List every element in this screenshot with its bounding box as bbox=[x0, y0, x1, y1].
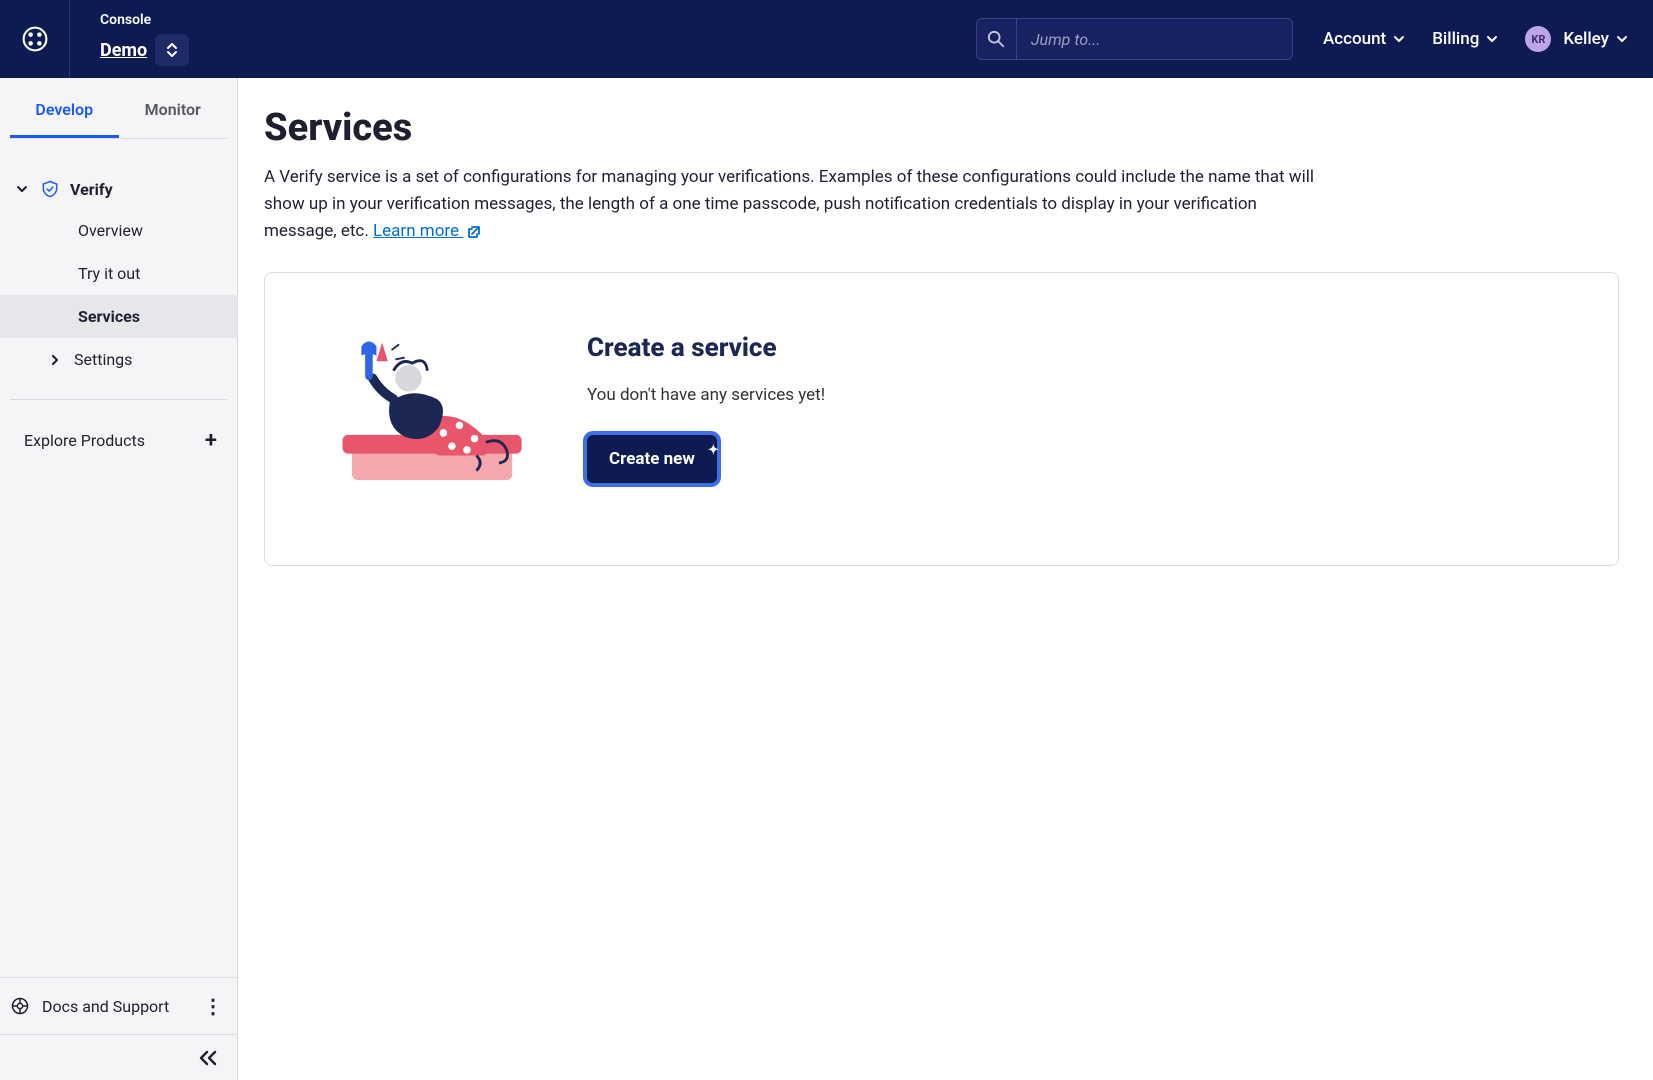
sidebar-item-try-it-out[interactable]: Try it out bbox=[0, 252, 237, 295]
search-input[interactable] bbox=[1017, 19, 1292, 59]
tab-develop[interactable]: Develop bbox=[10, 78, 119, 138]
jump-to-search[interactable] bbox=[976, 18, 1293, 60]
main-content: Services A Verify service is a set of co… bbox=[238, 78, 1653, 1080]
sidebar-item-services[interactable]: Services bbox=[0, 295, 237, 338]
docs-and-support[interactable]: Docs and Support ⋮ bbox=[0, 977, 237, 1034]
user-name: Kelley bbox=[1563, 29, 1609, 49]
app-logo[interactable] bbox=[0, 0, 70, 78]
create-service-title: Create a service bbox=[587, 333, 825, 363]
sidebar: Develop Monitor Verify Overview Try it o… bbox=[0, 78, 238, 1080]
account-menu[interactable]: Account bbox=[1323, 29, 1406, 49]
chevron-down-icon bbox=[1392, 32, 1406, 46]
empty-state-illustration bbox=[335, 333, 533, 485]
billing-menu[interactable]: Billing bbox=[1432, 29, 1499, 49]
twilio-logo-icon bbox=[21, 25, 49, 53]
external-link-icon bbox=[467, 225, 481, 239]
verify-product-icon bbox=[40, 179, 60, 199]
support-icon bbox=[10, 996, 30, 1016]
create-new-label: Create new bbox=[609, 449, 695, 469]
learn-more-label: Learn more bbox=[373, 221, 459, 241]
create-new-button[interactable]: Create new ✦ bbox=[587, 435, 717, 483]
account-label: Account bbox=[1323, 29, 1386, 49]
sidebar-nav: Verify Overview Try it out Services Sett… bbox=[0, 139, 237, 463]
cursor-icon: ✦ bbox=[708, 443, 719, 458]
create-service-subtitle: You don't have any services yet! bbox=[587, 385, 825, 405]
console-label: Console bbox=[100, 12, 189, 28]
docs-support-label: Docs and Support bbox=[42, 997, 169, 1016]
explore-products[interactable]: Explore Products + bbox=[0, 418, 237, 463]
project-switcher-button[interactable] bbox=[155, 34, 189, 66]
project-name[interactable]: Demo bbox=[100, 40, 147, 61]
collapse-sidebar-button[interactable] bbox=[0, 1034, 237, 1080]
sidebar-item-label: Settings bbox=[74, 350, 132, 369]
create-service-card: Create a service You don't have any serv… bbox=[264, 272, 1619, 566]
explore-products-label: Explore Products bbox=[24, 431, 145, 450]
sidebar-tabs: Develop Monitor bbox=[10, 78, 227, 139]
chevrons-up-down-icon bbox=[165, 42, 179, 58]
sidebar-group-verify[interactable]: Verify bbox=[0, 169, 237, 209]
sidebar-divider bbox=[10, 399, 227, 400]
search-icon bbox=[987, 30, 1005, 48]
page-title: Services bbox=[264, 106, 1619, 150]
sidebar-item-overview[interactable]: Overview bbox=[0, 209, 237, 252]
tab-monitor[interactable]: Monitor bbox=[119, 78, 228, 138]
project-selector: Console Demo bbox=[70, 12, 189, 66]
create-service-body: Create a service You don't have any serv… bbox=[587, 333, 825, 483]
learn-more-link[interactable]: Learn more bbox=[373, 221, 481, 241]
plus-icon: + bbox=[205, 428, 217, 453]
user-menu[interactable]: KR Kelley bbox=[1525, 26, 1629, 52]
user-avatar: KR bbox=[1525, 26, 1551, 52]
sidebar-group-label: Verify bbox=[70, 180, 113, 199]
chevron-down-icon bbox=[16, 183, 30, 195]
billing-label: Billing bbox=[1432, 29, 1479, 49]
sidebar-item-settings[interactable]: Settings bbox=[0, 338, 237, 381]
chevron-right-icon bbox=[50, 355, 64, 365]
search-button[interactable] bbox=[977, 19, 1017, 59]
chevrons-left-icon bbox=[197, 1049, 219, 1067]
page-description: A Verify service is a set of configurati… bbox=[264, 164, 1324, 246]
chevron-down-icon bbox=[1485, 32, 1499, 46]
top-bar: Console Demo Account Billing KR Kelley bbox=[0, 0, 1653, 78]
chevron-down-icon bbox=[1615, 32, 1629, 46]
more-vertical-icon[interactable]: ⋮ bbox=[203, 994, 223, 1018]
